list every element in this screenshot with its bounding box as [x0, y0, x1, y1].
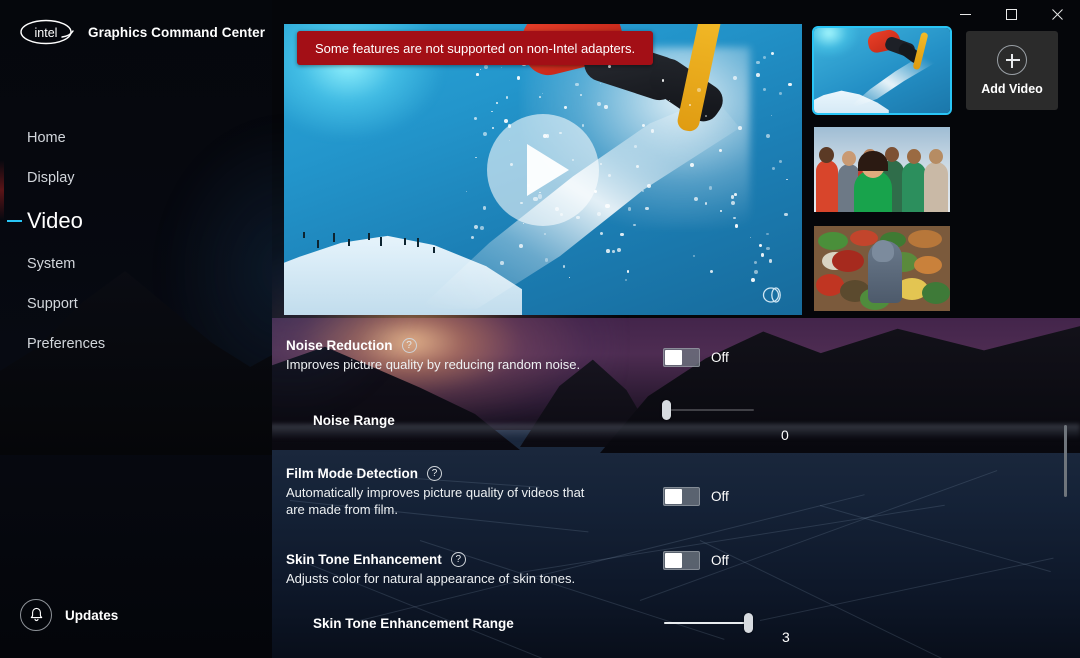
sidebar-item-preferences[interactable]: Preferences	[0, 324, 272, 364]
maximize-button[interactable]	[988, 0, 1034, 28]
skin-tone-enhancement-range-slider[interactable]	[664, 613, 753, 633]
skin-tone-enhancement-description: Adjusts color for natural appearance of …	[286, 571, 576, 586]
svg-text:intel: intel	[35, 26, 58, 40]
bell-icon	[20, 599, 52, 631]
play-icon	[527, 143, 569, 196]
film-mode-detection-toggle[interactable]	[663, 487, 700, 506]
skin-tone-range-fill	[664, 622, 749, 624]
sidebar-item-label: Display	[27, 170, 75, 186]
video-player[interactable]	[284, 24, 802, 315]
sidebar-item-home[interactable]: Home	[0, 118, 272, 158]
sidebar-item-video[interactable]: Video	[0, 198, 272, 244]
thumbnail-market-food[interactable]	[814, 226, 950, 311]
video-settings-panel: Noise Reduction ? Improves picture quali…	[272, 318, 1080, 658]
sidebar-item-label: System	[27, 256, 76, 272]
title-bar	[0, 0, 1080, 28]
warning-banner-text: Some features are not supported on non-I…	[315, 40, 636, 56]
sidebar-active-indicator	[7, 220, 22, 222]
sidebar-item-label: Support	[27, 296, 78, 312]
updates-button[interactable]: Updates	[20, 599, 118, 631]
play-button[interactable]	[487, 113, 599, 226]
sidebar-item-label: Preferences	[27, 336, 106, 352]
sidebar: intel Graphics Command Center Home Displa…	[0, 0, 272, 658]
skin-tone-enhancement-title: Skin Tone Enhancement	[286, 552, 442, 567]
help-icon[interactable]: ?	[401, 338, 417, 353]
skin-tone-range-thumb[interactable]	[743, 613, 753, 633]
noise-reduction-description: Improves picture quality by reducing ran…	[286, 357, 581, 372]
sidebar-nav: Home Display Video System Support Preferences	[0, 118, 272, 364]
setting-skin-tone-enhancement: Skin Tone Enhancement ? Adjusts color fo…	[286, 552, 575, 587]
video-thumbnail-list	[812, 26, 952, 325]
setting-film-mode-detection: Film Mode Detection ? Automatically impr…	[286, 466, 584, 518]
skin-tone-enhancement-toggle-state: Off	[711, 553, 729, 568]
noise-reduction-title: Noise Reduction	[286, 338, 393, 353]
settings-scrollbar[interactable]	[1064, 425, 1067, 497]
skin-tone-enhancement-range-value: 3	[782, 629, 790, 645]
noise-range-track	[666, 409, 754, 411]
add-video-label: Add Video	[981, 82, 1043, 96]
split-view-compare-icon[interactable]	[760, 285, 786, 305]
noise-range-slider[interactable]	[661, 400, 754, 420]
sidebar-item-system[interactable]: System	[0, 244, 272, 284]
sidebar-item-support[interactable]: Support	[0, 284, 272, 324]
noise-reduction-toggle-state: Off	[711, 350, 729, 365]
film-mode-detection-toggle-row: Off	[663, 487, 729, 506]
sidebar-item-label: Video	[27, 208, 83, 233]
noise-range-label: Noise Range	[313, 413, 395, 428]
add-video-button[interactable]: Add Video	[966, 31, 1058, 110]
sidebar-item-label: Home	[27, 130, 66, 146]
skin-tone-enhancement-toggle[interactable]	[663, 551, 700, 570]
setting-noise-reduction: Noise Reduction ? Improves picture quali…	[286, 338, 580, 373]
noise-reduction-toggle[interactable]	[663, 348, 700, 367]
film-mode-detection-description: Automatically improves picture quality o…	[286, 485, 585, 517]
film-mode-detection-title: Film Mode Detection	[286, 466, 419, 481]
help-icon[interactable]: ?	[427, 466, 443, 481]
skin-tone-enhancement-toggle-row: Off	[663, 551, 729, 570]
updates-label: Updates	[65, 607, 119, 623]
film-mode-detection-toggle-state: Off	[711, 489, 729, 504]
noise-range-thumb[interactable]	[661, 400, 671, 420]
sidebar-item-display[interactable]: Display	[0, 158, 272, 198]
window-controls	[942, 0, 1080, 28]
minimize-button[interactable]	[942, 0, 988, 28]
plus-icon	[997, 45, 1027, 75]
warning-banner: Some features are not supported on non-I…	[297, 31, 654, 65]
close-button[interactable]	[1034, 0, 1080, 28]
thumbnail-snowboarder[interactable]	[812, 26, 952, 115]
app-root: intel Graphics Command Center Home Displa…	[0, 0, 1080, 658]
noise-range-value: 0	[781, 427, 789, 443]
help-icon[interactable]: ?	[450, 552, 466, 567]
noise-reduction-toggle-row: Off	[663, 348, 729, 367]
thumbnail-group-people[interactable]	[814, 127, 950, 212]
skin-tone-enhancement-range-label: Skin Tone Enhancement Range	[313, 616, 514, 631]
